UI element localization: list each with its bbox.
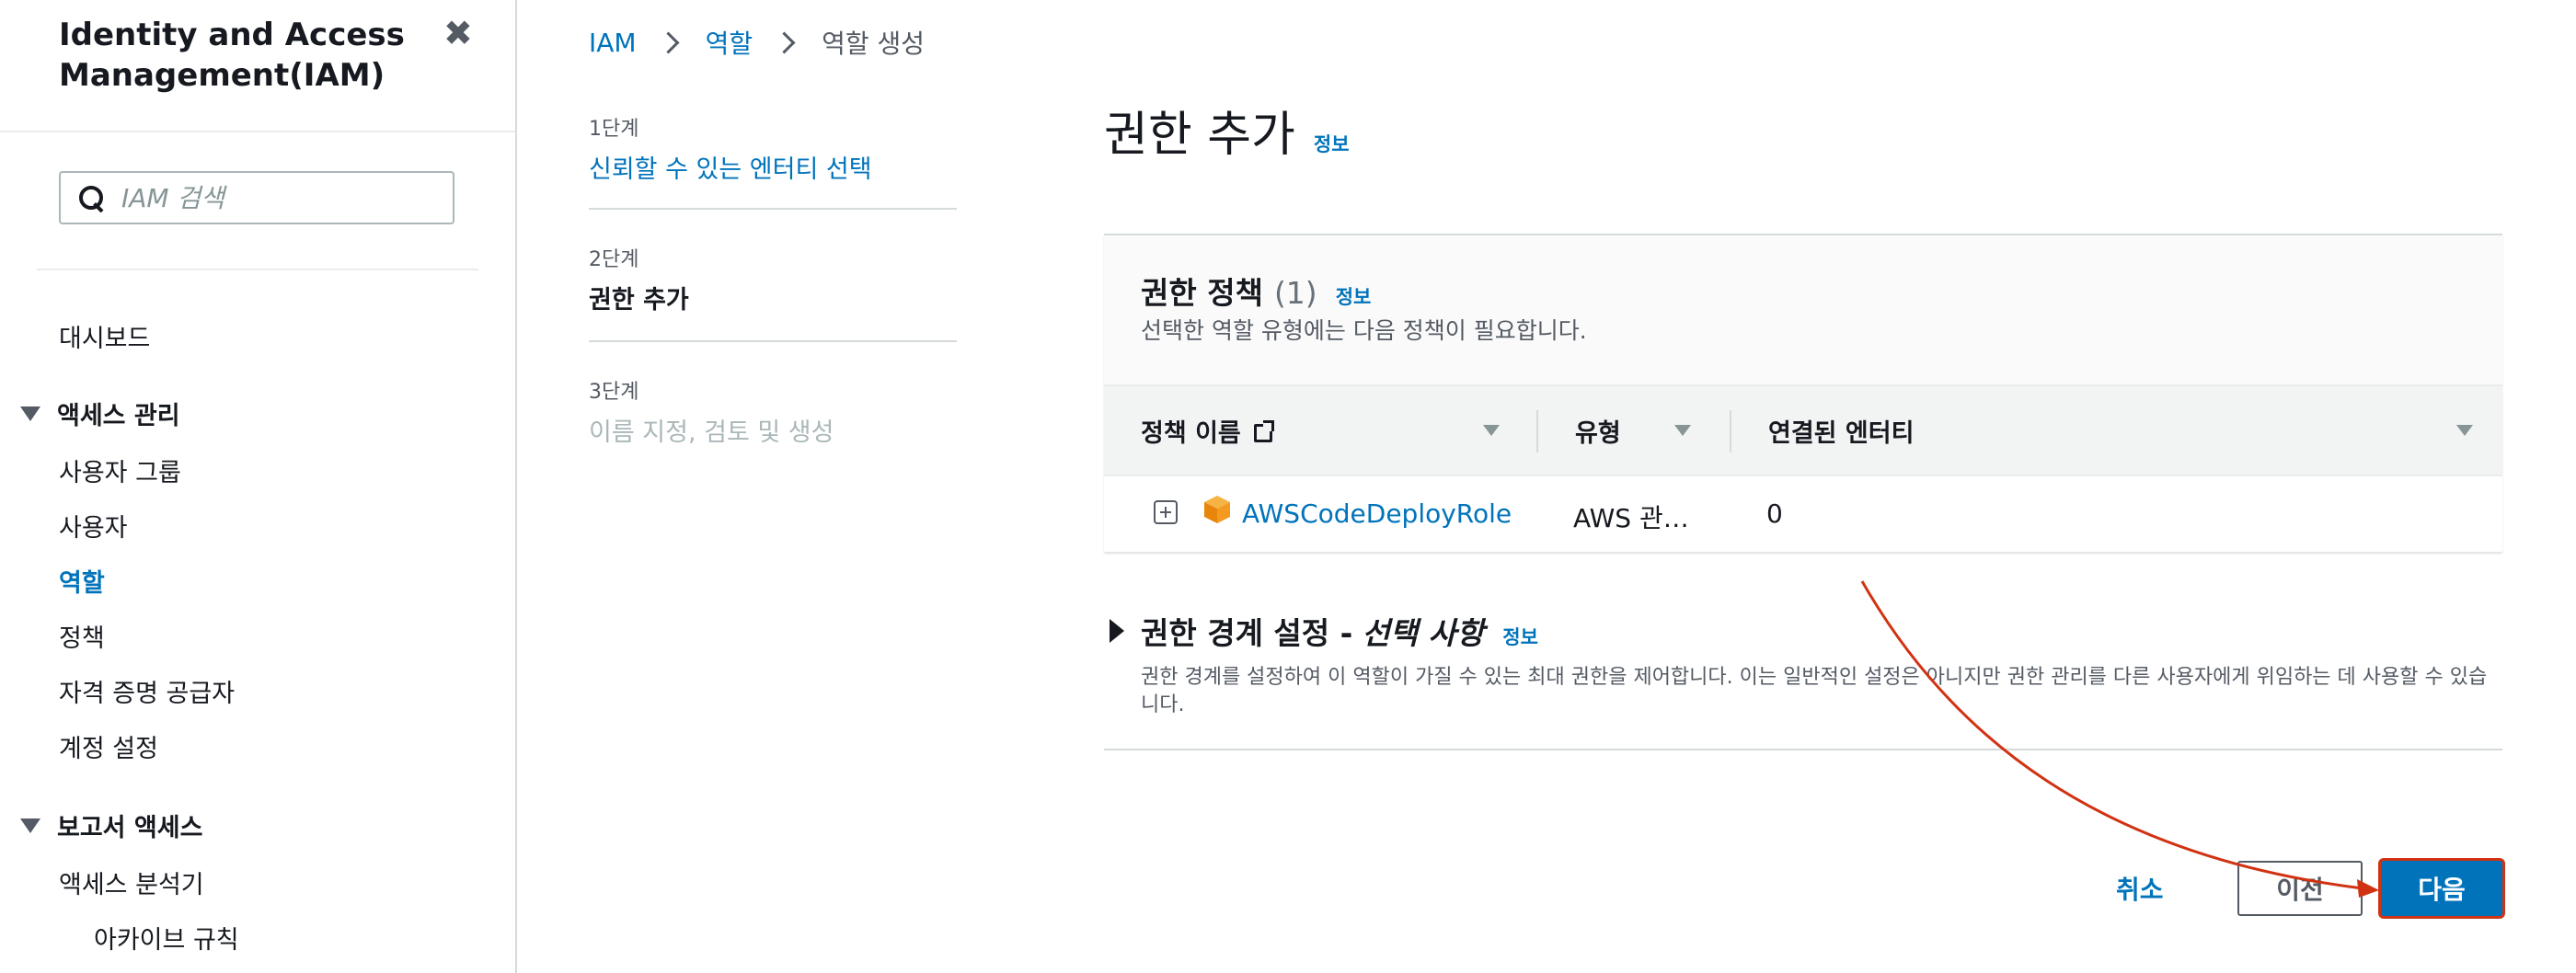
boundary-title-optional: 선택 사항 xyxy=(1362,615,1485,651)
search-input[interactable] xyxy=(120,181,427,214)
panel-title: 권한 정책 (1) 정보 xyxy=(1141,269,1371,313)
sidebar-item-identity-providers[interactable]: 자격 증명 공급자 xyxy=(59,673,235,709)
caret-down-icon xyxy=(20,818,40,833)
sidebar-item-account-settings[interactable]: 계정 설정 xyxy=(59,728,158,764)
page-title: 권한 추가 정보 xyxy=(1104,96,1350,165)
sidebar-item-dashboard[interactable]: 대시보드 xyxy=(59,318,150,354)
step-3-disabled: 이름 지정, 검토 및 생성 xyxy=(589,418,834,447)
sidebar-item-policies[interactable]: 정책 xyxy=(59,618,105,654)
permissions-policies-panel: 권한 정책 (1) 정보 선택한 역할 유형에는 다음 정책이 필요합니다. 정… xyxy=(1104,234,2502,552)
expand-plus-icon[interactable] xyxy=(1154,500,1178,524)
sort-icon[interactable] xyxy=(2456,425,2473,436)
breadcrumb-current: 역할 생성 xyxy=(822,29,926,59)
column-label: 정책 이름 xyxy=(1141,418,1241,448)
policy-name-link[interactable]: AWSCodeDeployRole xyxy=(1242,498,1512,529)
sidebar-item-user-groups[interactable]: 사용자 그룹 xyxy=(59,452,181,488)
close-icon[interactable]: ✖ xyxy=(443,13,473,53)
step-2-current: 권한 추가 xyxy=(589,286,689,315)
wizard-step-3: 3단계 이름 지정, 검토 및 생성 xyxy=(589,375,957,448)
column-header-attached-entities[interactable]: 연결된 엔터티 xyxy=(1768,386,1914,475)
info-link[interactable]: 정보 xyxy=(1336,282,1372,310)
breadcrumb-iam[interactable]: IAM xyxy=(589,28,637,58)
cancel-button[interactable]: 취소 xyxy=(2116,870,2164,907)
divider xyxy=(37,269,478,270)
attached-entities-count: 0 xyxy=(1766,498,1783,529)
sidebar-group-access-reports[interactable]: 보고서 액세스 xyxy=(20,807,202,843)
caret-down-icon xyxy=(20,406,40,421)
page-title-text: 권한 추가 xyxy=(1104,108,1295,163)
search-box[interactable] xyxy=(59,171,454,224)
sort-icon[interactable] xyxy=(1483,425,1500,436)
step-number: 2단계 xyxy=(589,248,639,271)
divider xyxy=(1104,749,2502,750)
step-number: 3단계 xyxy=(589,381,639,404)
table-row: AWSCodeDeployRole AWS 관… 0 xyxy=(1104,476,2502,552)
column-header-policy-name[interactable]: 정책 이름 xyxy=(1141,386,1274,475)
sidebar-item-users[interactable]: 사용자 xyxy=(59,508,128,544)
breadcrumb-roles[interactable]: 역할 xyxy=(706,24,753,61)
search-icon xyxy=(77,184,105,213)
chevron-right-icon xyxy=(773,30,796,54)
wizard-step-2: 2단계 권한 추가 xyxy=(589,243,957,315)
policy-type: AWS 관… xyxy=(1573,503,1689,533)
sidebar-group-label: 보고서 액세스 xyxy=(57,814,203,842)
sidebar-title: Identity and Access Management(IAM) xyxy=(59,17,405,94)
column-divider xyxy=(1730,410,1731,452)
boundary-description: 권한 경계를 설정하여 이 역할이 가질 수 있는 최대 권한을 제어합니다. … xyxy=(1141,666,2488,716)
wizard-step-1: 1단계 신뢰할 수 있는 엔터티 선택 xyxy=(589,112,957,185)
sidebar: Identity and Access Management(IAM) ✖ 대시… xyxy=(0,0,517,973)
column-header-type[interactable]: 유형 xyxy=(1575,386,1621,475)
caret-right-icon[interactable] xyxy=(1110,619,1124,643)
divider xyxy=(589,340,957,342)
divider xyxy=(589,208,957,210)
sidebar-item-archive-rules[interactable]: 아카이브 규칙 xyxy=(94,920,239,956)
previous-button[interactable]: 이전 xyxy=(2237,861,2363,916)
sort-icon[interactable] xyxy=(1674,425,1691,436)
step-1-link[interactable]: 신뢰할 수 있는 엔터티 선택 xyxy=(589,149,957,185)
policy-count: (1) xyxy=(1273,275,1317,311)
sidebar-item-roles[interactable]: 역할 xyxy=(59,563,105,599)
sidebar-group-access-management[interactable]: 액세스 관리 xyxy=(20,395,180,431)
step-number: 1단계 xyxy=(589,118,639,141)
panel-description: 선택한 역할 유형에는 다음 정책이 필요합니다. xyxy=(1141,317,1587,344)
chevron-right-icon xyxy=(657,30,680,54)
boundary-title[interactable]: 권한 경계 설정 - 선택 사항 정보 xyxy=(1104,609,2502,653)
sidebar-item-access-analyzer[interactable]: 액세스 분석기 xyxy=(59,864,204,900)
breadcrumb: IAM 역할 역할 생성 xyxy=(589,24,925,61)
external-link-icon xyxy=(1253,420,1274,442)
info-link[interactable]: 정보 xyxy=(1314,130,1350,157)
divider xyxy=(0,131,515,132)
column-divider xyxy=(1536,410,1538,452)
permissions-boundary-section: 권한 경계 설정 - 선택 사항 정보 권한 경계를 설정하여 이 역할이 가질… xyxy=(1104,609,2502,719)
next-button[interactable]: 다음 xyxy=(2381,861,2502,916)
sidebar-group-label: 액세스 관리 xyxy=(57,402,180,430)
table-header: 정책 이름 유형 연결된 엔터티 xyxy=(1104,386,2502,476)
managed-policy-cube-icon xyxy=(1204,496,1230,523)
info-link[interactable]: 정보 xyxy=(1502,623,1538,650)
boundary-title-text: 권한 경계 설정 - xyxy=(1141,615,1353,651)
panel-header: 권한 정책 (1) 정보 선택한 역할 유형에는 다음 정책이 필요합니다. xyxy=(1104,235,2502,386)
panel-title-text: 권한 정책 xyxy=(1141,275,1263,311)
